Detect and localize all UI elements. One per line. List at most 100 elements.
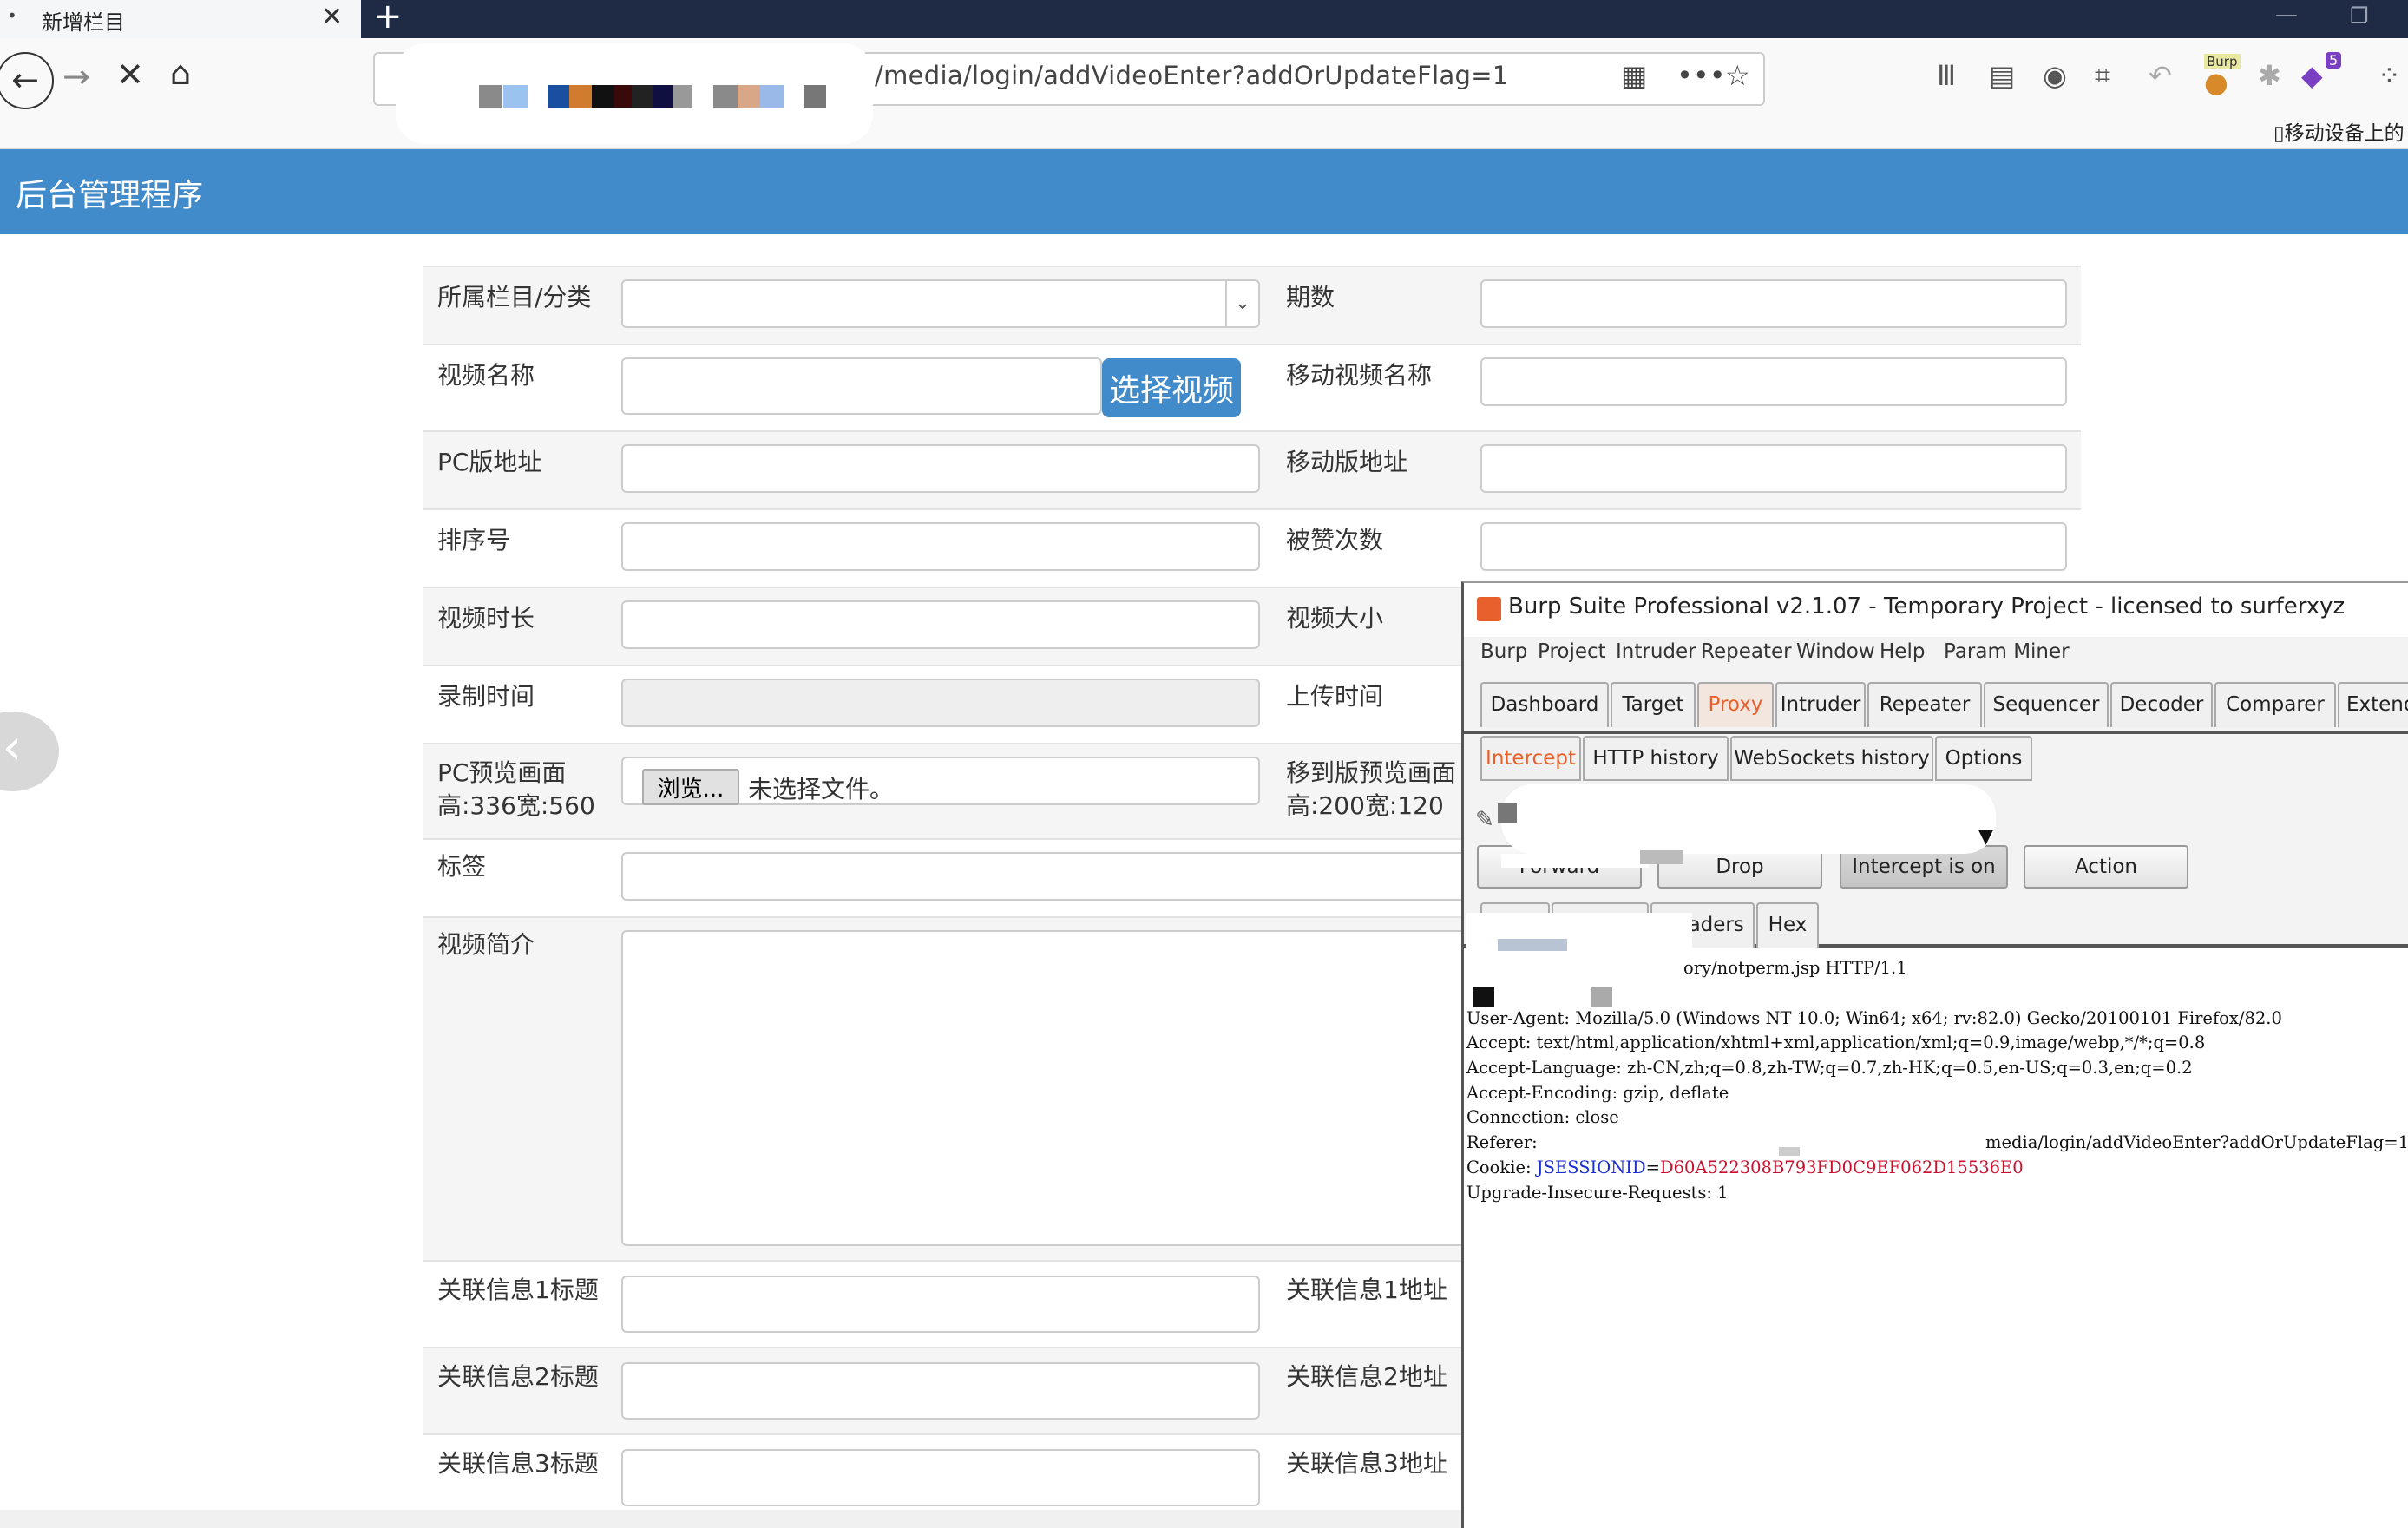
redaction-pixel (1498, 803, 1517, 823)
issue-input[interactable] (1480, 279, 2067, 328)
burp-subtab-options[interactable]: Options (1935, 736, 2032, 781)
mobile-preview-size-label: 高:200宽:120 (1286, 791, 1444, 820)
related2-title-input[interactable] (621, 1362, 1260, 1420)
burp-subtab-http-history[interactable]: HTTP history (1583, 736, 1729, 781)
burp-tab-extender[interactable]: Extend (2338, 682, 2408, 727)
header-accept-language: Accept-Language: zh-CN,zh;q=0.8,zh-TW;q=… (1466, 1058, 2193, 1078)
issue-label: 期数 (1286, 283, 1335, 312)
browse-file-button[interactable]: 浏览... (642, 769, 739, 805)
sidebar-icon[interactable]: ▤ (1989, 59, 2015, 92)
redaction-pixel (1640, 850, 1683, 864)
sort-input[interactable] (621, 522, 1260, 571)
burp-menu-param-miner[interactable]: Param Miner (1944, 640, 2070, 663)
related2-url-label: 关联信息2地址 (1286, 1362, 1447, 1391)
qr-code-icon[interactable]: ▦ (1621, 59, 1647, 92)
burp-menu-repeater[interactable]: Repeater (1701, 640, 1792, 663)
mobile-bookmarks-link[interactable]: ▯移动设备上的 (2273, 116, 2405, 146)
burp-view-hex[interactable]: Hex (1756, 902, 1819, 948)
header-referer-value: media/login/addVideoEnter?addOrUpdateFla… (1985, 1132, 2408, 1152)
header-cookie: Cookie: JSESSIONID=D60A522308B793FD0C9EF… (1466, 1157, 2024, 1177)
browser-tab-strip (0, 0, 2408, 38)
mobile-bookmarks-label: 移动设备上的 (2284, 122, 2405, 145)
intro-textarea[interactable] (621, 930, 1489, 1246)
account-icon[interactable]: ◉ (2043, 59, 2067, 92)
pc-url-input[interactable] (621, 444, 1260, 493)
burp-extension-icon[interactable]: ● (2204, 66, 2228, 99)
cookie-value: D60A522308B793FD0C9EF062D15536E0 (1659, 1157, 2024, 1177)
video-name-input[interactable] (621, 357, 1102, 415)
sort-label: 排序号 (437, 526, 511, 554)
related1-title-input[interactable] (621, 1276, 1260, 1333)
extension-icon[interactable]: ✱ (2258, 59, 2281, 92)
redaction-pixel (1473, 987, 1494, 1007)
mobile-preview-label: 移到版预览画面 (1286, 758, 1457, 787)
tab-title: 新增栏目 (42, 10, 125, 35)
burp-tab-dashboard[interactable]: Dashboard (1480, 682, 1609, 727)
purple-extension-icon[interactable]: ◆ (2301, 59, 2323, 92)
burp-tab-target[interactable]: Target (1611, 682, 1696, 727)
browser-tab[interactable]: • 新增栏目 ✕ (0, 0, 361, 38)
category-label: 所属栏目/分类 (437, 283, 592, 312)
crop-icon[interactable]: ⌗ (2095, 59, 2110, 93)
burp-tab-proxy[interactable]: Proxy (1697, 682, 1774, 727)
header-upgrade-insecure: Upgrade-Insecure-Requests: 1 (1466, 1183, 1729, 1203)
size-label: 视频大小 (1286, 604, 1384, 633)
burp-menu-help[interactable]: Help (1880, 640, 1925, 663)
more-actions-icon[interactable]: ••• (1676, 59, 1726, 92)
header-accept-encoding: Accept-Encoding: gzip, deflate (1466, 1083, 1729, 1103)
new-tab-button[interactable]: + (373, 0, 403, 36)
action-button[interactable]: Action (2024, 845, 2188, 889)
burp-subtab-websockets-history[interactable]: WebSockets history (1730, 736, 1933, 781)
forward-button-icon[interactable]: → (62, 57, 90, 95)
tags-input[interactable] (621, 852, 1489, 901)
side-collapse-chevron-icon[interactable]: ‹ (0, 712, 59, 791)
burp-tab-sequencer[interactable]: Sequencer (1984, 682, 2109, 727)
tags-label: 标签 (437, 852, 487, 881)
burp-tab-intruder[interactable]: Intruder (1775, 682, 1866, 727)
mobile-video-name-input[interactable] (1480, 357, 2067, 406)
header-referer-label: Referer: (1466, 1132, 1538, 1152)
duration-label: 视频时长 (437, 604, 535, 633)
window-restore-icon[interactable]: ❐ (2350, 3, 2369, 28)
bookmark-star-icon[interactable]: ☆ (1725, 59, 1750, 92)
home-icon[interactable]: ⌂ (170, 54, 191, 92)
extension-count-badge: 5 (2326, 52, 2342, 69)
mobile-video-name-label: 移动视频名称 (1286, 361, 1433, 390)
extensions-grid-icon[interactable]: ⁘ (2378, 59, 2401, 92)
burp-subtab-intercept[interactable]: Intercept (1480, 736, 1581, 781)
burp-tab-decoder[interactable]: Decoder (2110, 682, 2213, 727)
pencil-icon: ✎ (1475, 807, 1494, 833)
burp-logo-icon (1477, 597, 1501, 621)
chevron-down-icon: ⌄ (1225, 281, 1258, 326)
category-select[interactable]: ⌄ (621, 279, 1260, 328)
cookie-name: JSESSIONID (1536, 1157, 1646, 1177)
related3-title-input[interactable] (621, 1449, 1260, 1506)
request-line: ory/notperm.jsp HTTP/1.1 (1683, 958, 1907, 978)
burp-tab-comparer[interactable]: Comparer (2214, 682, 2336, 727)
window-minimize-icon[interactable]: — (2275, 2, 2298, 28)
mobile-url-input[interactable] (1480, 444, 2067, 493)
related2-title-label: 关联信息2标题 (437, 1362, 599, 1391)
burp-tab-repeater[interactable]: Repeater (1867, 682, 1982, 727)
pc-preview-size-label: 高:336宽:560 (437, 791, 595, 820)
related3-title-label: 关联信息3标题 (437, 1449, 599, 1478)
mobile-url-label: 移动版地址 (1286, 448, 1408, 476)
burp-menu-window[interactable]: Window (1796, 640, 1875, 663)
choose-video-button[interactable]: 选择视频 (1102, 358, 1241, 417)
tab-close-icon[interactable]: ✕ (321, 2, 343, 32)
redaction-pixel (1591, 987, 1612, 1007)
stop-loading-icon[interactable]: ✕ (116, 56, 144, 94)
pc-preview-label: PC预览画面 (437, 758, 567, 787)
burp-menu-intruder[interactable]: Intruder (1616, 640, 1696, 663)
undo-icon[interactable]: ↶ (2149, 59, 2172, 92)
app-header (0, 149, 2408, 234)
likes-input[interactable] (1480, 522, 2067, 571)
library-icon[interactable]: Ⅲ (1937, 59, 1956, 92)
burp-menu-project[interactable]: Project (1538, 640, 1606, 663)
record-time-input (621, 679, 1260, 727)
burp-menu-burp[interactable]: Burp (1480, 640, 1527, 663)
pc-url-label: PC版地址 (437, 448, 542, 476)
url-text[interactable]: /media/login/addVideoEnter?addOrUpdateFl… (875, 61, 1509, 90)
duration-input[interactable] (621, 600, 1260, 649)
likes-label: 被赞次数 (1286, 526, 1384, 554)
